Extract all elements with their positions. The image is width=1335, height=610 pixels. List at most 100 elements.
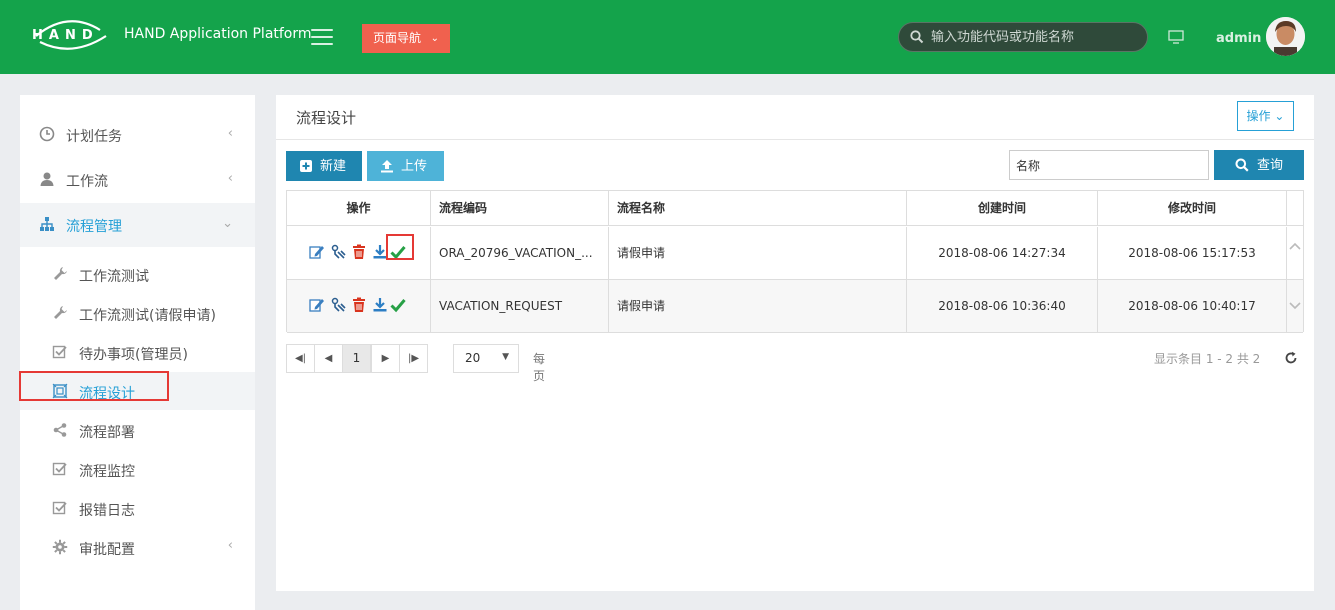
share-icon (53, 423, 67, 437)
column-header-created[interactable]: 创建时间 (907, 191, 1098, 226)
next-page-button[interactable]: ▶ (371, 344, 400, 373)
design-edit-icon[interactable] (330, 244, 346, 260)
upload-icon (381, 160, 393, 173)
chevron-left-icon: ‹ (227, 171, 233, 186)
sidebar-subitem-process-monitor[interactable]: 流程监控 (20, 450, 255, 488)
check-icon[interactable] (390, 297, 406, 313)
top-header: HAND HAND Application Platform 页面导航 ⌄ ad… (0, 0, 1335, 74)
sidebar-item-label: 流程管理 (66, 219, 122, 235)
design-edit-icon[interactable] (330, 297, 346, 313)
highlight-box (386, 234, 414, 260)
app-title: HAND Application Platform (124, 26, 312, 42)
checkbox-icon (52, 462, 67, 476)
download-icon[interactable] (372, 297, 388, 313)
username[interactable]: admin (1216, 31, 1261, 46)
user-icon (40, 172, 54, 186)
new-button[interactable]: 新建 (286, 151, 362, 181)
svg-text:HAND: HAND (32, 28, 99, 43)
column-header-modified[interactable]: 修改时间 (1098, 191, 1287, 226)
chevron-up-icon[interactable] (1289, 241, 1301, 251)
edit-icon[interactable] (309, 297, 325, 313)
menu-toggle-icon[interactable] (311, 29, 333, 45)
name-cell: 请假申请 (609, 227, 907, 280)
sidebar-item-label: 计划任务 (66, 129, 122, 145)
plus-square-icon (300, 160, 312, 172)
sidebar: 计划任务 ‹ 工作流 ‹ 流程管理 ⌄ 工作流测试 工作流测试(请假申请) 待办… (20, 95, 255, 610)
sidebar-item-scheduled-tasks[interactable]: 计划任务 ‹ (20, 113, 255, 157)
upload-label: 上传 (401, 158, 428, 173)
name-filter-input[interactable] (1009, 150, 1209, 180)
delete-icon[interactable] (351, 297, 367, 313)
sidebar-subitem-workflow-test-leave[interactable]: 工作流测试(请假申请) (20, 294, 255, 332)
wrench-icon (54, 306, 67, 319)
operations-label: 操作 (1246, 109, 1271, 123)
sidebar-item-label: 工作流 (66, 174, 108, 190)
per-page-label: 每页 (533, 352, 546, 383)
sidebar-subitem-label: 工作流测试(请假申请) (79, 308, 216, 324)
checkbox-icon (52, 501, 67, 515)
process-table: 操作 流程编码 流程名称 创建时间 修改时间 ORA_20796_VACATIO… (286, 190, 1304, 333)
sidebar-subitem-error-log[interactable]: 报错日志 (20, 489, 255, 527)
main-panel: 流程设计 操作 ⌄ 新建 上传 查询 操作 流程编码 流程名称 创建时间 修改时… (276, 95, 1314, 591)
modified-cell: 2018-08-06 15:17:53 (1098, 227, 1287, 280)
query-button[interactable]: 查询 (1214, 150, 1304, 180)
refresh-icon[interactable] (1284, 351, 1298, 365)
page-number-button[interactable]: 1 (342, 344, 371, 373)
wrench-icon (54, 267, 67, 280)
query-label: 查询 (1257, 157, 1284, 172)
table-row[interactable]: VACATION_REQUEST 请假申请 2018-08-06 10:36:4… (287, 280, 1303, 333)
chevron-down-icon[interactable] (1289, 301, 1301, 311)
chevron-down-icon: ⌄ (222, 216, 233, 231)
name-cell: 请假申请 (609, 280, 907, 333)
page-nav-label: 页面导航 (373, 31, 422, 45)
hand-logo[interactable]: HAND (28, 14, 112, 54)
clock-icon (39, 126, 55, 142)
modified-cell: 2018-08-06 10:40:17 (1098, 280, 1287, 333)
table-scrollbar[interactable] (1287, 227, 1303, 333)
column-header-name[interactable]: 流程名称 (609, 191, 907, 226)
sidebar-subitem-label: 流程监控 (79, 464, 135, 480)
function-search[interactable] (898, 22, 1148, 52)
code-cell: VACATION_REQUEST (431, 280, 609, 333)
caret-down-icon: ▼ (502, 352, 509, 362)
search-icon (1235, 158, 1249, 172)
avatar[interactable] (1266, 17, 1305, 56)
prev-page-button[interactable]: ◀ (314, 344, 343, 373)
sidebar-item-process-management[interactable]: 流程管理 ⌄ (20, 203, 255, 247)
page-size-select[interactable]: 20 ▼ (453, 344, 519, 373)
sidebar-subitem-todo-admin[interactable]: 待办事项(管理员) (20, 333, 255, 371)
edit-icon[interactable] (309, 244, 325, 260)
checkbox-icon (52, 345, 67, 359)
sidebar-subitem-label: 报错日志 (79, 503, 135, 519)
sidebar-subitem-workflow-test[interactable]: 工作流测试 (20, 255, 255, 293)
sidebar-subitem-label: 工作流测试 (79, 269, 149, 285)
divider (276, 139, 1314, 140)
sidebar-subitem-label: 流程部署 (79, 425, 135, 441)
table-row[interactable]: ORA_20796_VACATION_... 请假申请 2018-08-06 1… (287, 227, 1303, 280)
last-page-button[interactable]: |▶ (399, 344, 428, 373)
delete-icon[interactable] (351, 244, 367, 260)
created-cell: 2018-08-06 10:36:40 (907, 280, 1098, 333)
upload-button[interactable]: 上传 (367, 151, 444, 181)
sitemap-icon (40, 217, 54, 231)
column-header-code[interactable]: 流程编码 (431, 191, 609, 226)
actions-cell (287, 280, 431, 333)
created-cell: 2018-08-06 14:27:34 (907, 227, 1098, 280)
sidebar-subitem-label: 待办事项(管理员) (79, 347, 188, 363)
pagination-info: 显示条目 1 - 2 共 2 (1154, 352, 1261, 366)
sidebar-subitem-approval-config[interactable]: 审批配置 ‹ (20, 528, 255, 566)
new-label: 新建 (320, 158, 347, 173)
sidebar-subitem-process-deploy[interactable]: 流程部署 (20, 411, 255, 449)
sidebar-item-workflow[interactable]: 工作流 ‹ (20, 158, 255, 202)
search-input[interactable] (931, 27, 1136, 47)
chevron-left-icon: ‹ (227, 538, 233, 553)
column-header-actions[interactable]: 操作 (287, 191, 431, 226)
operations-dropdown-button[interactable]: 操作 ⌄ (1237, 101, 1294, 131)
chevron-down-icon: ⌄ (430, 33, 439, 44)
sidebar-subitem-label: 审批配置 (79, 542, 135, 558)
page-nav-dropdown[interactable]: 页面导航 ⌄ (362, 24, 450, 53)
code-cell: ORA_20796_VACATION_... (431, 227, 609, 280)
gear-icon (52, 539, 68, 555)
first-page-button[interactable]: ◀​| (286, 344, 315, 373)
monitor-icon[interactable] (1168, 30, 1184, 44)
